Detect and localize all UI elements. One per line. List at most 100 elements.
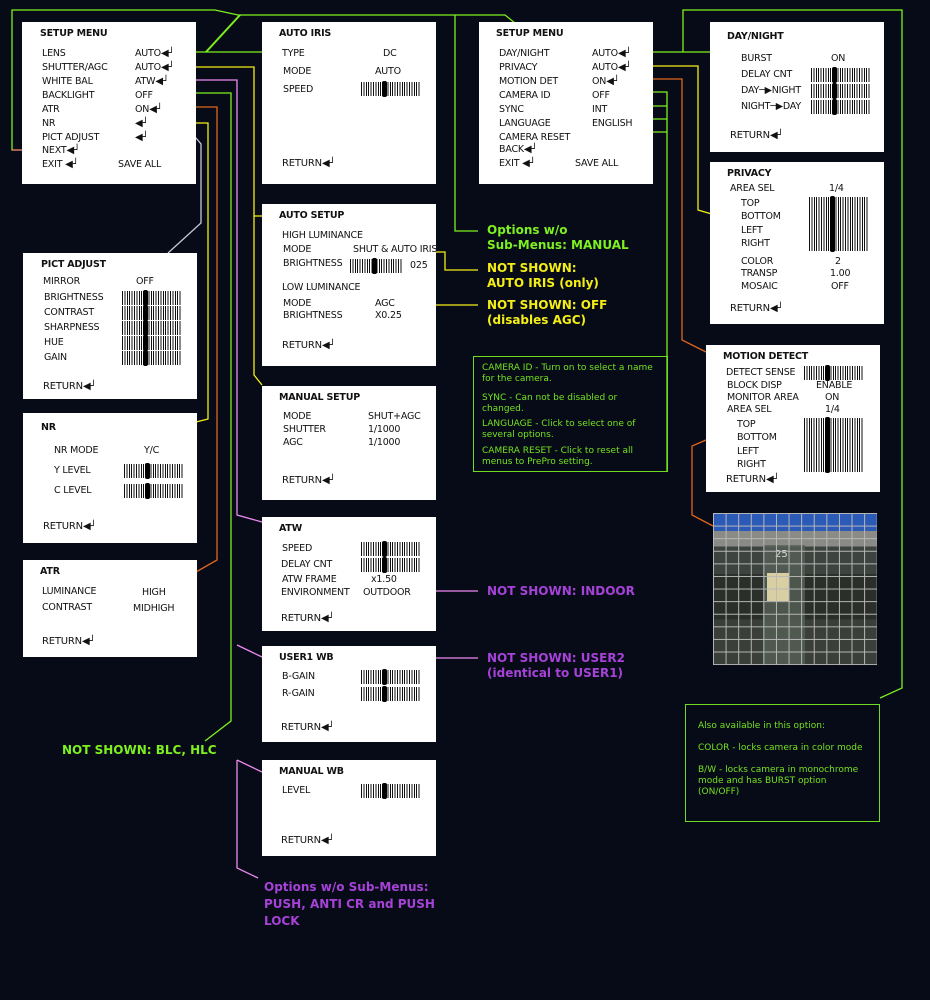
nr-mode-value[interactable]: Y/C	[144, 445, 159, 456]
shutter-value[interactable]: 1/1000	[368, 424, 400, 435]
block-disp-value[interactable]: ENABLE	[816, 380, 852, 391]
night-to-day-slider[interactable]	[811, 99, 870, 115]
menu-item-value[interactable]: AUTO◀┘	[592, 62, 631, 73]
menu-item-value[interactable]: ENGLISH	[592, 118, 633, 129]
slider-knob[interactable]	[143, 350, 148, 366]
delay-cnt-slider[interactable]	[811, 67, 870, 83]
return-button[interactable]: RETURN◀┘	[282, 340, 335, 351]
menu-item-value[interactable]: INT	[592, 104, 607, 115]
sharpness-slider[interactable]	[122, 320, 181, 336]
day-to-night-slider[interactable]	[811, 83, 870, 99]
hue-slider[interactable]	[122, 335, 181, 351]
detect-sense-slider[interactable]	[804, 365, 863, 381]
slider-knob[interactable]	[145, 463, 150, 479]
return-button[interactable]: RETURN◀┘	[42, 636, 95, 647]
next-button[interactable]: NEXT◀┘	[42, 145, 80, 156]
slider-knob[interactable]	[143, 305, 148, 321]
save-all-button[interactable]: SAVE ALL	[575, 158, 618, 169]
b-gain-slider[interactable]	[361, 669, 420, 685]
menu-item-day-night[interactable]: DAY/NIGHT	[499, 48, 550, 59]
slider-knob[interactable]	[832, 67, 837, 83]
return-button[interactable]: RETURN◀┘	[43, 521, 96, 532]
color-value[interactable]: 2	[835, 256, 841, 267]
back-button[interactable]: BACK◀┘	[499, 144, 537, 155]
menu-item-value[interactable]: AUTO◀┘	[135, 62, 174, 73]
atw-frame-value[interactable]: x1.50	[371, 574, 397, 585]
menu-item-value[interactable]: ON◀┘	[135, 104, 163, 115]
menu-item-value[interactable]: AUTO◀┘	[135, 48, 174, 59]
mosaic-value[interactable]: OFF	[831, 281, 849, 292]
menu-item-nr[interactable]: NR	[42, 118, 56, 129]
contrast-value[interactable]: MIDHIGH	[133, 603, 175, 614]
menu-item-backlight[interactable]: BACKLIGHT	[42, 90, 95, 101]
environment-value[interactable]: OUTDOOR	[363, 587, 411, 598]
brightness-slider[interactable]	[122, 290, 181, 306]
area-sel-value[interactable]: 1/4	[829, 183, 844, 194]
menu-item-motion-det[interactable]: MOTION DET	[499, 76, 558, 87]
area-edges-slider[interactable]	[809, 196, 868, 252]
menu-item-pict-adjust[interactable]: PICT ADJUST	[42, 132, 99, 143]
return-button[interactable]: RETURN◀┘	[730, 130, 783, 141]
monitor-area-value[interactable]: ON	[825, 392, 839, 403]
speed-slider[interactable]	[361, 541, 420, 557]
return-button[interactable]: RETURN◀┘	[281, 722, 334, 733]
slider-knob[interactable]	[382, 557, 387, 573]
menu-item-value[interactable]: ON◀┘	[592, 76, 620, 87]
menu-item-sync[interactable]: SYNC	[499, 104, 524, 115]
exit-button[interactable]: EXIT ◀┘	[499, 158, 536, 169]
slider-knob[interactable]	[372, 258, 377, 274]
menu-item-lens[interactable]: LENS	[42, 48, 66, 59]
slider-knob[interactable]	[825, 417, 830, 473]
slider-knob[interactable]	[382, 541, 387, 557]
menu-item-privacy[interactable]: PRIVACY	[499, 62, 537, 73]
low-brightness-value[interactable]: X0.25	[375, 310, 402, 321]
agc-value[interactable]: 1/1000	[368, 437, 400, 448]
mode-value[interactable]: SHUT+AGC	[368, 411, 421, 422]
transp-value[interactable]: 1.00	[830, 268, 851, 279]
luminance-value[interactable]: HIGH	[142, 587, 166, 598]
high-brightness-slider[interactable]	[350, 258, 403, 274]
slider-knob[interactable]	[143, 335, 148, 351]
menu-item-language[interactable]: LANGUAGE	[499, 118, 551, 129]
slider-knob[interactable]	[832, 83, 837, 99]
high-mode-value[interactable]: SHUT & AUTO IRIS	[353, 244, 437, 255]
slider-knob[interactable]	[143, 290, 148, 306]
return-button[interactable]: RETURN◀┘	[281, 835, 334, 846]
menu-item-value[interactable]: ATW◀┘	[135, 76, 169, 87]
menu-item-value[interactable]: AUTO◀┘	[592, 48, 631, 59]
return-button[interactable]: RETURN◀┘	[730, 303, 783, 314]
delay-cnt-slider[interactable]	[361, 557, 420, 573]
return-button[interactable]: RETURN◀┘	[43, 381, 96, 392]
c-level-slider[interactable]	[124, 483, 183, 499]
slider-knob[interactable]	[382, 81, 387, 97]
menu-item-camera-reset[interactable]: CAMERA RESET	[499, 132, 570, 143]
low-mode-value[interactable]: AGC	[375, 298, 395, 309]
return-button[interactable]: RETURN◀┘	[282, 475, 335, 486]
slider-knob[interactable]	[145, 483, 150, 499]
save-all-button[interactable]: SAVE ALL	[118, 159, 161, 170]
mode-value[interactable]: AUTO	[375, 66, 401, 77]
speed-slider[interactable]	[361, 81, 420, 97]
y-level-slider[interactable]	[124, 463, 183, 479]
return-button[interactable]: RETURN◀┘	[281, 613, 334, 624]
slider-knob[interactable]	[830, 196, 835, 252]
menu-item-value[interactable]: ◀┘	[135, 132, 149, 143]
level-slider[interactable]	[361, 783, 420, 799]
slider-knob[interactable]	[825, 365, 830, 381]
type-value[interactable]: DC	[383, 48, 397, 59]
slider-knob[interactable]	[143, 320, 148, 336]
area-edges-slider[interactable]	[804, 417, 863, 473]
menu-item-white-bal[interactable]: WHITE BAL	[42, 76, 93, 87]
return-button[interactable]: RETURN◀┘	[726, 474, 779, 485]
slider-knob[interactable]	[382, 686, 387, 702]
burst-value[interactable]: ON	[831, 53, 845, 64]
slider-knob[interactable]	[382, 669, 387, 685]
mirror-value[interactable]: OFF	[136, 276, 154, 287]
menu-item-value[interactable]: ◀┘	[135, 118, 149, 129]
gain-slider[interactable]	[122, 350, 181, 366]
menu-item-camera-id[interactable]: CAMERA ID	[499, 90, 551, 101]
area-sel-value[interactable]: 1/4	[825, 404, 840, 415]
return-button[interactable]: RETURN◀┘	[282, 158, 335, 169]
contrast-slider[interactable]	[122, 305, 181, 321]
menu-item-atr[interactable]: ATR	[42, 104, 60, 115]
